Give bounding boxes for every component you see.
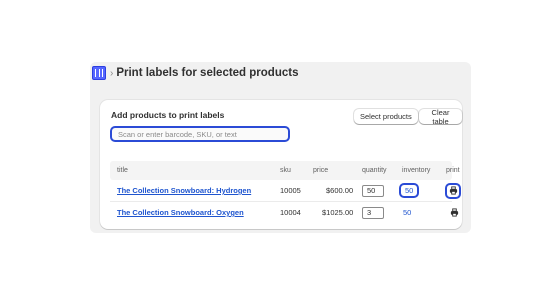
print-button[interactable]: [445, 182, 461, 199]
clear-table-button[interactable]: Clear table: [419, 108, 462, 126]
printer-icon: [449, 186, 457, 195]
app-grid-icon[interactable]: [92, 66, 106, 80]
page-header: › Print labels for selected products: [90, 62, 471, 84]
sku-value: 10004: [280, 208, 301, 217]
quantity-input[interactable]: 3: [362, 206, 384, 219]
sku-value: 10005: [280, 186, 301, 195]
products-table: title sku price quantity inventory print…: [110, 161, 461, 223]
quantity-input[interactable]: 50: [362, 184, 384, 197]
printer-icon: [450, 208, 458, 217]
card-title: Add products to print labels: [111, 110, 225, 120]
column-print: print: [446, 167, 460, 174]
price-value: $600.00: [326, 186, 354, 195]
inventory-link[interactable]: 50: [403, 208, 411, 217]
breadcrumb-separator: ›: [110, 67, 114, 79]
select-products-button[interactable]: Select products: [354, 109, 418, 124]
column-inventory: inventory: [402, 167, 431, 174]
product-title-link[interactable]: The Collection Snowboard: Oxygen: [117, 208, 244, 217]
table-row: The Collection Snowboard: Oxygen 10004 $…: [110, 201, 458, 223]
column-price: price: [313, 167, 329, 174]
page-title: Print labels for selected products: [116, 67, 299, 79]
column-quantity: quantity: [362, 167, 387, 174]
column-sku: sku: [280, 167, 291, 174]
table-header: title sku price quantity inventory print: [110, 161, 460, 180]
print-button[interactable]: [447, 206, 461, 220]
price-value: $1025.00: [322, 208, 354, 217]
barcode-search-input[interactable]: [110, 126, 290, 142]
app-panel: › Print labels for selected products Add…: [90, 62, 471, 233]
inventory-link[interactable]: 50: [399, 183, 420, 198]
table-row: The Collection Snowboard: Hydrogen 10005…: [110, 180, 461, 201]
add-products-card: Add products to print labels Select prod…: [100, 100, 462, 229]
column-title: title: [117, 167, 128, 174]
product-title-link[interactable]: The Collection Snowboard: Hydrogen: [117, 186, 251, 195]
